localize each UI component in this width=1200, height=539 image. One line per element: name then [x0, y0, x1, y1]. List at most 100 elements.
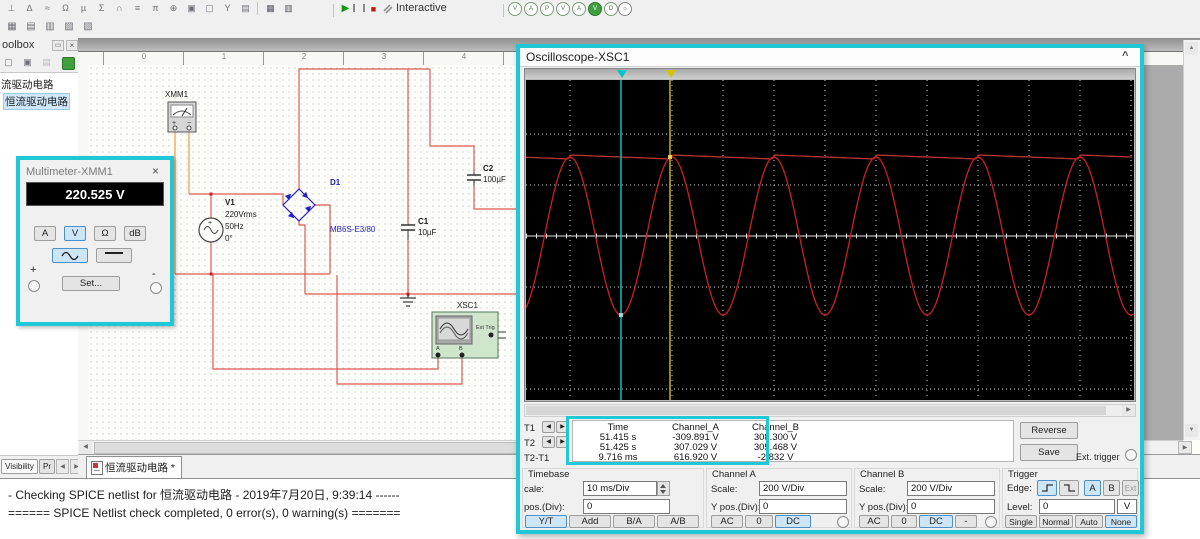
tree-item-design[interactable]: 流驱动电路 [1, 77, 54, 92]
hscroll-right-icon[interactable]: ▶ [1178, 441, 1192, 454]
channel-b-0-button[interactable]: 0 [891, 515, 917, 528]
probe-icon-v-4[interactable]: V [556, 2, 570, 16]
channel-a-dc-button[interactable]: DC [775, 515, 811, 528]
probe-icon-v-6[interactable]: V [588, 2, 602, 16]
tab-visibility[interactable]: Visibility [1, 459, 38, 474]
new-document-icon[interactable]: ▢ [1, 55, 16, 70]
instrument-toolbar-icon-4[interactable]: ▨ [60, 19, 78, 35]
oscilloscope-titlebar[interactable]: Oscilloscope-XSC1 ^ [520, 48, 1140, 67]
toolbox-float-button[interactable]: ▭ [52, 40, 64, 51]
multimeter-mode-ohm-button[interactable]: Ω [94, 226, 116, 241]
timebase-xpos-input[interactable]: 0 [583, 499, 670, 514]
toolbox-close-button[interactable]: × [66, 40, 78, 51]
component-d1-bridge[interactable] [282, 188, 316, 222]
component-xmm1[interactable]: + − [167, 101, 197, 133]
component-toolbar-icon-8[interactable]: ≡ [129, 1, 146, 16]
trigger-single-button[interactable]: Single [1005, 515, 1037, 528]
multimeter-set-button[interactable]: Set... [62, 276, 120, 291]
scope-scroll-thumb[interactable] [526, 406, 1106, 415]
channel-b-ac-button[interactable]: AC [859, 515, 889, 528]
component-toolbar-icon-4[interactable]: Ω [57, 1, 74, 16]
trigger-normal-button[interactable]: Normal [1039, 515, 1073, 528]
multimeter-plus-terminal[interactable] [28, 280, 40, 292]
trigger-rising-edge-button[interactable] [1037, 480, 1057, 496]
hscroll-left-icon[interactable]: ◀ [79, 442, 92, 454]
probe-icon-a-2[interactable]: A [524, 2, 538, 16]
probe-icon-a-5[interactable]: A [572, 2, 586, 16]
misc-toolbar-icon-1[interactable]: ▦ [262, 1, 279, 16]
trigger-level-input[interactable]: 0 [1039, 499, 1115, 514]
component-toolbar-icon-7[interactable]: ∩ [111, 1, 128, 16]
component-toolbar-icon-6[interactable]: Σ [93, 1, 110, 16]
cursor2-handle[interactable] [666, 70, 676, 78]
wire-orange[interactable] [174, 132, 190, 274]
component-toolbar-icon-5[interactable]: µ [75, 1, 92, 16]
component-c1[interactable] [401, 224, 415, 240]
hscroll-thumb[interactable] [94, 442, 522, 454]
channel-b-dc-button[interactable]: DC [919, 515, 953, 528]
pause-simulation-button[interactable] [353, 4, 365, 12]
save-icon[interactable]: ▤ [39, 55, 54, 70]
multimeter-minus-terminal[interactable] [150, 282, 162, 294]
component-toolbar-icon-14[interactable]: ▤ [237, 1, 254, 16]
timebase-add-button[interactable]: Add [569, 515, 611, 528]
probe-icon-v-1[interactable]: V [508, 2, 522, 16]
trigger-source-b-button[interactable]: B [1103, 480, 1120, 496]
multimeter-ac-button[interactable] [52, 248, 88, 263]
component-toolbar-icon-1[interactable]: ⊥ [3, 1, 20, 16]
run-simulation-button[interactable]: ▶ [337, 2, 354, 17]
scope-scroll-right-icon[interactable]: ▶ [1122, 405, 1135, 416]
tree-item-sheet[interactable]: 恒流驱动电路 [3, 93, 70, 110]
interactive-dropdown[interactable]: Interactive [396, 2, 447, 14]
timebase-yt-button[interactable]: Y/T [525, 515, 567, 528]
channel-a-scale-input[interactable]: 200 V/Div [759, 481, 847, 496]
trigger-source-a-button[interactable]: A [1084, 480, 1101, 496]
timebase-scale-spinner[interactable] [657, 481, 670, 496]
probe-icon-p-3[interactable]: P [540, 2, 554, 16]
component-toolbar-icon-3[interactable]: ≈ [39, 1, 56, 16]
component-v1[interactable]: + [198, 217, 224, 243]
probe-settings-gear-icon[interactable]: ☼ [618, 2, 632, 16]
timebase-ab-button[interactable]: A/B [657, 515, 699, 528]
component-c2[interactable] [467, 172, 481, 186]
instrument-toolbar-icon-2[interactable]: ▤ [22, 19, 40, 35]
multimeter-mode-a-button[interactable]: A [34, 226, 56, 241]
instrument-toolbar-icon-3[interactable]: ▥ [41, 19, 59, 35]
trigger-level-unit[interactable]: V [1117, 499, 1137, 514]
channel-b-ypos-input[interactable]: 0 [907, 499, 995, 514]
goto-parent-icon[interactable] [62, 57, 75, 70]
instrument-toolbar-icon-1[interactable]: ▦ [3, 19, 21, 35]
spinner-up-icon[interactable] [660, 484, 666, 488]
misc-toolbar-icon-2[interactable]: ▥ [280, 1, 297, 16]
component-toolbar-icon-2[interactable]: ∆ [21, 1, 38, 16]
timebase-ba-button[interactable]: B/A [613, 515, 655, 528]
channel-a-ypos-input[interactable]: 0 [759, 499, 847, 514]
component-toolbar-icon-13[interactable]: Y [219, 1, 236, 16]
component-toolbar-icon-9[interactable]: π [147, 1, 164, 16]
reverse-button[interactable]: Reverse [1020, 422, 1078, 439]
tab-scroll-left-icon[interactable]: ◀ [56, 459, 69, 474]
save-button[interactable]: Save [1020, 444, 1078, 461]
multimeter-mode-db-button[interactable]: dB [124, 226, 146, 241]
multimeter-window[interactable]: Multimeter-XMM1 × 220.525 V A V Ω dB + -… [16, 156, 174, 326]
ground-symbol[interactable] [400, 294, 416, 307]
multimeter-dc-button[interactable] [96, 248, 132, 263]
spinner-down-icon[interactable] [660, 490, 666, 494]
oscilloscope-window[interactable]: Oscilloscope-XSC1 ^ ▶ T1 ◀ ▶ T2 ◀ ▶ T2-T… [516, 44, 1144, 534]
cursor1-handle[interactable] [617, 70, 627, 78]
t1-left-button[interactable]: ◀ [542, 421, 555, 433]
probe-icon-d-7[interactable]: D [604, 2, 618, 16]
component-toolbar-icon-10[interactable]: ⊕ [165, 1, 182, 16]
trigger-source-ext-button[interactable]: Ext [1122, 480, 1139, 496]
multimeter-close-icon[interactable]: × [152, 164, 159, 178]
tab-project[interactable]: Pr [39, 459, 55, 474]
channel-a-0-button[interactable]: 0 [745, 515, 773, 528]
component-xsc1[interactable]: Ext Trig A B [431, 311, 506, 359]
instrument-toolbar-icon-5[interactable]: ▧ [79, 19, 97, 35]
trigger-falling-edge-button[interactable] [1059, 480, 1079, 496]
stop-simulation-button[interactable]: ■ [365, 2, 382, 17]
channel-b-scale-input[interactable]: 200 V/Div [907, 481, 995, 496]
ext-trigger-terminal[interactable] [1125, 449, 1137, 461]
channel-b-minus-button[interactable]: - [955, 515, 977, 528]
collapse-icon[interactable]: ^ [1122, 50, 1128, 62]
